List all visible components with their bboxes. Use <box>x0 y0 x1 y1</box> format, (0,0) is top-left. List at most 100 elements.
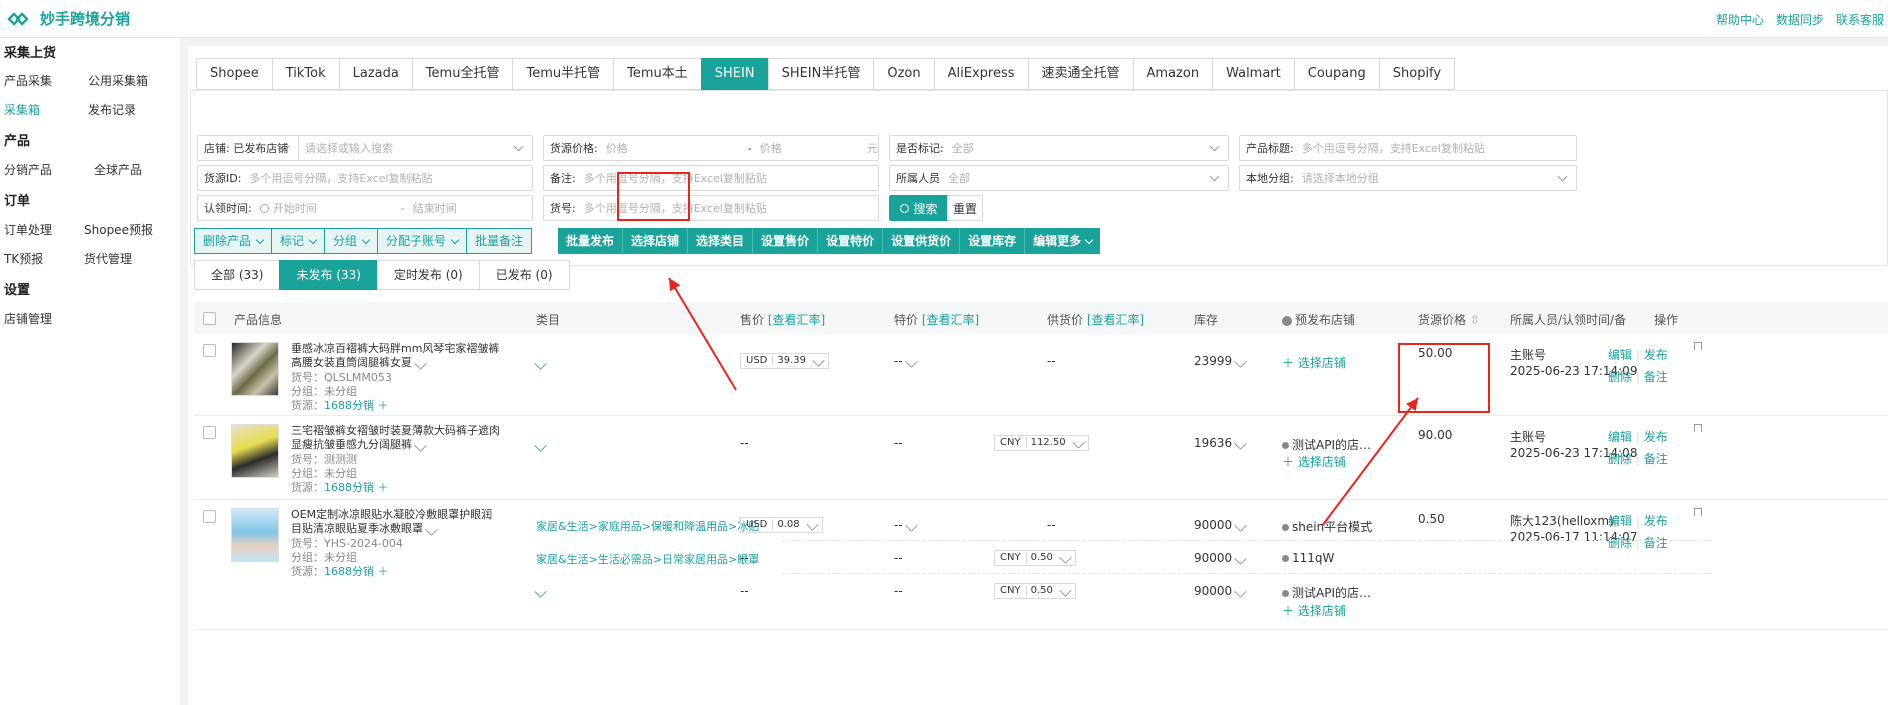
note-input[interactable]: 备注: 多个用逗号分隔，支持Excel复制粘贴 <box>543 165 879 191</box>
edit-button[interactable]: 编辑 <box>1608 514 1632 528</box>
search-button[interactable]: 搜索 <box>889 195 949 221</box>
plus-icon[interactable]: ＋ <box>378 481 389 494</box>
product-thumbnail[interactable] <box>231 508 279 562</box>
tab-shein-semi[interactable]: SHEIN半托管 <box>767 58 874 90</box>
source-link[interactable]: 1688分销 <box>324 399 374 412</box>
sidebar-item-store-manage[interactable]: 店铺管理 <box>4 310 52 327</box>
select-all-checkbox[interactable] <box>203 312 216 325</box>
category-edit-icon[interactable] <box>534 438 547 452</box>
price-min-input[interactable]: 价格 <box>606 140 740 156</box>
logo[interactable]: 妙手跨境分销 <box>6 8 130 29</box>
product-title-input[interactable]: 产品标题: 多个用逗号分隔，支持Excel复制粘贴 <box>1239 135 1577 161</box>
local-group-select[interactable]: 本地分组: 请选择本地分组 <box>1239 165 1577 191</box>
select-category-button[interactable]: 选择类目 <box>688 228 754 254</box>
row-checkbox[interactable] <box>203 426 216 439</box>
product-title[interactable]: OEM定制冰凉眼贴水凝胶冷敷眼罩护眼润目贴清凉眼贴夏季冰敷眼罩 <box>291 508 501 536</box>
claim-time-input[interactable]: 认领时间: 开始时间 - 结束时间 <box>197 195 533 221</box>
supply-price-box[interactable]: CNY 112.50 <box>994 434 1089 451</box>
tab-shopify[interactable]: Shopify <box>1378 58 1456 90</box>
set-special-price-button[interactable]: 设置特价 <box>818 228 884 254</box>
price-box[interactable]: USD 0.08 <box>740 516 823 533</box>
sku-input[interactable]: 货号: 多个用逗号分隔，支持Excel复制粘贴 <box>543 195 879 221</box>
tab-shein[interactable]: SHEIN <box>700 58 768 90</box>
sidebar-item-distribution[interactable]: 分销产品 <box>4 161 52 178</box>
sidebar-item-shopee-forecast[interactable]: Shopee预报 <box>84 221 153 238</box>
edit-pencil-icon[interactable] <box>1234 552 1248 565</box>
tab-tiktok[interactable]: TikTok <box>271 58 339 90</box>
flag-icon[interactable] <box>1694 342 1702 350</box>
owner-select[interactable]: 所属人员 全部 <box>889 165 1229 191</box>
tab-amazon[interactable]: Amazon <box>1132 58 1213 90</box>
tab-published[interactable]: 已发布 (0) <box>478 260 570 290</box>
price-max-input[interactable]: 价格 <box>760 140 867 156</box>
tab-ozon[interactable]: Ozon <box>873 58 934 90</box>
delete-button[interactable]: 删除 <box>1608 452 1632 466</box>
flag-icon[interactable] <box>1694 424 1702 432</box>
product-thumbnail[interactable] <box>231 342 279 396</box>
batch-publish-button[interactable]: 批量发布 <box>558 228 624 254</box>
contact-support-link[interactable]: 联系客服 <box>1836 11 1884 28</box>
sort-icon[interactable]: ⇳ <box>1470 313 1480 327</box>
supply-price-box[interactable]: CNY 0.50 <box>994 549 1076 566</box>
product-title[interactable]: 垂感冰凉百褶裤大码胖mm风琴宅家褶皱裤高腰女装直筒阔腿裤女夏 <box>291 342 501 370</box>
tab-coupang[interactable]: Coupang <box>1293 58 1379 90</box>
set-supply-price-button[interactable]: 设置供货价 <box>883 228 961 254</box>
assign-subaccount-button[interactable]: 分配子账号 <box>377 228 468 254</box>
sidebar-item-forwarder[interactable]: 货代管理 <box>84 250 132 267</box>
edit-pencil-icon[interactable] <box>1234 519 1248 532</box>
note-button[interactable]: 备注 <box>1644 452 1668 466</box>
row-checkbox[interactable] <box>203 344 216 357</box>
data-sync-link[interactable]: 数据同步 <box>1776 11 1824 28</box>
select-store-button[interactable]: 选择店铺 <box>623 228 689 254</box>
mark-button[interactable]: 标记 <box>271 228 326 254</box>
sidebar-item-order-process[interactable]: 订单处理 <box>4 221 52 238</box>
category-edit-icon[interactable] <box>534 356 547 370</box>
sidebar-item-global[interactable]: 全球产品 <box>94 161 142 178</box>
edit-pencil-icon[interactable] <box>1234 355 1248 368</box>
price-box[interactable]: USD 39.39 <box>740 352 830 369</box>
delete-products-button[interactable]: 删除产品 <box>194 228 273 254</box>
edit-pencil-icon[interactable] <box>1234 585 1248 598</box>
supply-rate-link[interactable]: [查看汇率] <box>1087 313 1144 327</box>
edit-pencil-icon[interactable] <box>414 356 427 370</box>
select-store-link[interactable]: ＋ 选择店铺 <box>1282 453 1346 470</box>
set-stock-button[interactable]: 设置库存 <box>960 228 1026 254</box>
batch-note-button[interactable]: 批量备注 <box>466 228 533 254</box>
select-store-link[interactable]: ＋ 选择店铺 <box>1282 602 1346 619</box>
plus-icon[interactable]: ＋ <box>378 565 389 578</box>
mark-select[interactable]: 是否标记: 全部 <box>889 135 1229 161</box>
category-path[interactable]: 家居&生活>家庭用品>保暖和降温用品>冰贴 <box>536 518 759 534</box>
delete-button[interactable]: 删除 <box>1608 536 1632 550</box>
tab-unpublished[interactable]: 未发布 (33) <box>279 260 378 290</box>
source-link[interactable]: 1688分销 <box>324 481 374 494</box>
delete-button[interactable]: 删除 <box>1608 370 1632 384</box>
edit-button[interactable]: 编辑 <box>1608 430 1632 444</box>
note-button[interactable]: 备注 <box>1644 536 1668 550</box>
tab-aliexpress-full[interactable]: 速卖通全托管 <box>1027 58 1133 90</box>
product-title[interactable]: 三宅褶皱裤女褶皱时装夏薄款大码裤子遮肉显瘦抗皱垂感九分阔腿裤 <box>291 424 501 452</box>
tab-temu-local[interactable]: Temu本土 <box>613 58 701 90</box>
plus-icon[interactable]: ＋ <box>378 399 389 412</box>
publish-button[interactable]: 发布 <box>1644 430 1668 444</box>
product-thumbnail[interactable] <box>231 424 279 478</box>
note-button[interactable]: 备注 <box>1644 370 1668 384</box>
tab-scheduled[interactable]: 定时发布 (0) <box>376 260 480 290</box>
group-button[interactable]: 分组 <box>324 228 379 254</box>
sidebar-item-product-collect[interactable]: 产品采集 <box>4 72 52 89</box>
publish-button[interactable]: 发布 <box>1644 348 1668 362</box>
reset-button[interactable]: 重置 <box>947 195 983 221</box>
row-checkbox[interactable] <box>203 510 216 523</box>
claim-end-input[interactable]: 结束时间 <box>413 200 457 216</box>
flag-icon[interactable] <box>1694 508 1702 516</box>
claim-start-input[interactable]: 开始时间 <box>273 200 393 216</box>
edit-pencil-icon[interactable] <box>904 519 918 532</box>
special-rate-link[interactable]: [查看汇率] <box>922 313 979 327</box>
sidebar-item-collect-box[interactable]: 采集箱 <box>4 101 40 118</box>
price-range-input[interactable]: 货源价格: 价格 - 价格 元 <box>543 135 879 161</box>
tab-temu-semi[interactable]: Temu半托管 <box>512 58 614 90</box>
sidebar-item-publish-record[interactable]: 发布记录 <box>88 101 136 118</box>
price-rate-link[interactable]: [查看汇率] <box>768 313 825 327</box>
tab-temu-full[interactable]: Temu全托管 <box>411 58 513 90</box>
edit-button[interactable]: 编辑 <box>1608 348 1632 362</box>
edit-pencil-icon[interactable] <box>425 522 438 536</box>
